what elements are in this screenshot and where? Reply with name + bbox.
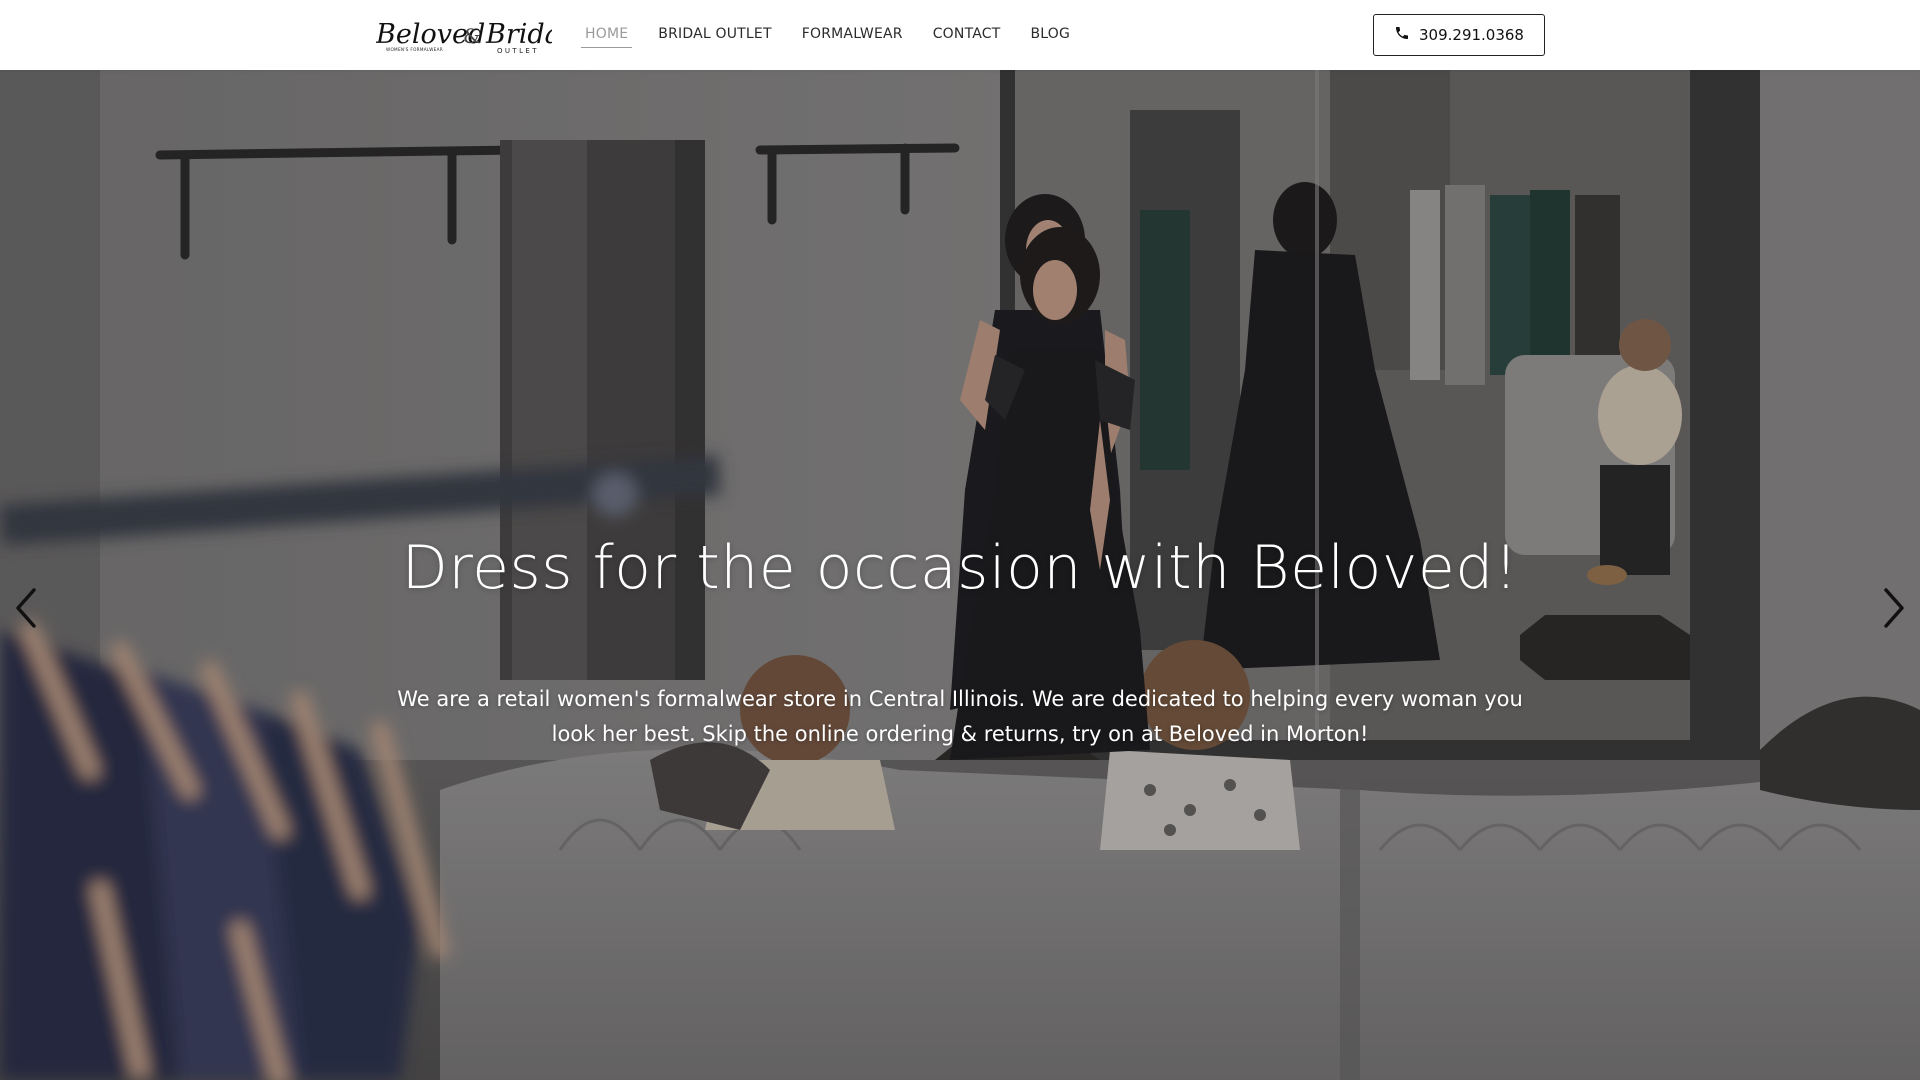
logo-tagline: WOMEN'S FORMALWEAR: [386, 47, 443, 52]
nav-contact[interactable]: CONTACT: [933, 22, 1001, 48]
nav-bridal-outlet[interactable]: BRIDAL OUTLET: [658, 22, 771, 48]
phone-icon: [1394, 25, 1410, 45]
main-nav: HOME BRIDAL OUTLET FORMALWEAR CONTACT BL…: [580, 0, 1100, 70]
phone-number: 309.291.0368: [1419, 26, 1524, 44]
phone-button[interactable]: 309.291.0368: [1373, 14, 1545, 56]
slider-next-button[interactable]: [1874, 580, 1914, 640]
nav-formalwear[interactable]: FORMALWEAR: [802, 22, 903, 48]
chevron-right-icon: [1882, 587, 1906, 633]
chevron-left-icon: [14, 587, 38, 633]
hero-slider: Dress for the occasion with Beloved! We …: [0, 70, 1920, 1080]
nav-home[interactable]: HOME: [580, 22, 633, 48]
nav-blog[interactable]: BLOG: [1031, 22, 1071, 48]
hero-subtitle: We are a retail women's formalwear store…: [397, 687, 1523, 746]
slider-prev-button[interactable]: [6, 580, 46, 640]
hero-title: Dress for the occasion with Beloved!: [401, 533, 1519, 603]
logo-word-bridal: Bridal: [485, 19, 552, 50]
logo-outlet: OUTLET: [497, 47, 539, 55]
site-header: Beloved & Bridal WOMEN'S FORMALWEAR OUTL…: [0, 0, 1920, 70]
logo-ampersand: &: [463, 24, 481, 48]
logo-image: Beloved & Bridal WOMEN'S FORMALWEAR OUTL…: [376, 19, 552, 55]
logo[interactable]: Beloved & Bridal WOMEN'S FORMALWEAR OUTL…: [376, 18, 552, 56]
